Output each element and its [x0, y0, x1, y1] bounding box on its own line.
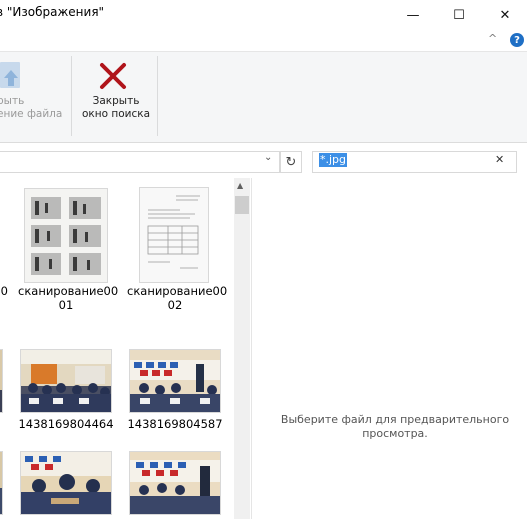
collapse-ribbon-button[interactable]: ^ [488, 32, 497, 45]
scanned-document-image [140, 188, 208, 282]
conference-photo-image [130, 350, 220, 412]
scrollbar-thumb[interactable] [235, 196, 249, 214]
photo-image [0, 350, 2, 412]
list-item[interactable] [0, 350, 2, 414]
file-name: 0 [0, 284, 8, 298]
chevron-down-icon[interactable]: ⌄ [264, 152, 272, 163]
file-thumbnail [130, 350, 220, 412]
file-name: сканирование00 02 [127, 284, 228, 312]
file-thumbnail [130, 452, 220, 514]
preview-pane [251, 178, 527, 519]
list-item[interactable] [18, 452, 114, 519]
clear-search-icon[interactable]: ✕ [495, 153, 504, 166]
file-name: 1438169804587 [127, 417, 223, 431]
list-item[interactable] [0, 452, 2, 519]
list-item[interactable]: сканирование00 01 [18, 185, 119, 315]
preview-placeholder-text: Выберите файл для предварительного просм… [280, 413, 510, 440]
maximize-button[interactable]: ☐ [436, 0, 482, 30]
file-name: 1438169804464 [18, 417, 114, 431]
window-title: в "Изображения" [0, 5, 105, 19]
scanned-document-image [25, 189, 107, 282]
minimize-button[interactable]: — [390, 0, 436, 30]
list-item[interactable]: 1438169804464 [18, 350, 114, 431]
file-name: сканирование00 01 [18, 284, 119, 312]
close-search-label: Закрыть окно поиска [81, 95, 151, 120]
scroll-up-arrow-icon[interactable]: ▲ [237, 181, 243, 190]
file-thumbnail [21, 350, 111, 412]
ribbon-tab-row [0, 30, 527, 52]
list-item[interactable]: 1438169804587 [127, 350, 223, 431]
list-item[interactable]: сканирование00 02 [127, 185, 228, 315]
photo-image [0, 452, 2, 514]
help-button[interactable]: ? [510, 33, 524, 47]
conference-photo-image [21, 350, 111, 412]
file-thumbnail [0, 452, 2, 514]
open-file-location-label: рыть ение файла [0, 95, 63, 120]
file-thumbnail [140, 188, 208, 282]
list-item[interactable] [127, 452, 223, 519]
vertical-scrollbar[interactable] [234, 178, 250, 519]
search-query-text[interactable]: *.jpg [319, 153, 348, 167]
up-arrow-icon [0, 62, 20, 88]
conference-photo-image [130, 452, 220, 514]
close-window-button[interactable]: ✕ [482, 0, 527, 30]
ribbon-separator [157, 56, 158, 136]
address-bar[interactable] [0, 151, 280, 173]
red-x-icon [100, 63, 126, 89]
file-thumbnail [0, 350, 2, 412]
file-thumbnail [21, 452, 111, 514]
list-item[interactable]: 0 [0, 185, 8, 315]
conference-photo-image [21, 452, 111, 514]
ribbon-separator [71, 56, 72, 136]
refresh-button[interactable]: ↻ [280, 151, 302, 173]
file-thumbnail [25, 189, 107, 282]
